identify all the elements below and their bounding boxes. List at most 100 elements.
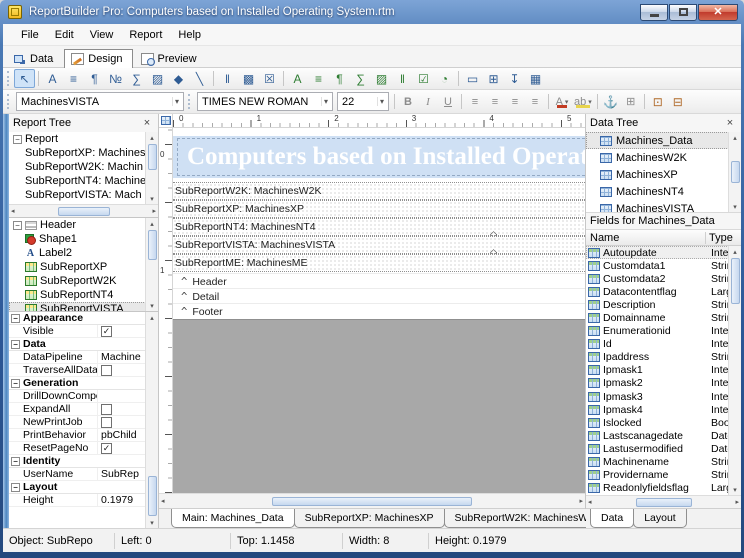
barcode-tool[interactable]: ‖ xyxy=(217,69,238,88)
report-tree-vscrollbar[interactable]: ▴▾ xyxy=(145,132,158,204)
field-row[interactable]: DomainnameStrin xyxy=(586,311,741,324)
tab-design[interactable]: Design xyxy=(64,49,132,68)
anchor-button[interactable]: ⚓ xyxy=(601,92,621,111)
dbtext-tool[interactable]: A xyxy=(287,69,308,88)
field-row[interactable]: LastscanagedateDate xyxy=(586,429,741,442)
chevron-down-icon[interactable]: ▾ xyxy=(377,97,386,106)
highlight-color-button[interactable]: ab▾ xyxy=(572,92,594,111)
scroll-thumb[interactable] xyxy=(148,144,157,170)
object-tree-vscrollbar[interactable]: ▴▾ xyxy=(145,218,158,311)
checkbox[interactable] xyxy=(101,404,112,415)
data-tree-item-machinesvista[interactable]: MachinesVISTA xyxy=(586,200,741,212)
property-row[interactable]: Visible✓ xyxy=(9,325,158,338)
field-row[interactable]: EnumerationidInteg xyxy=(586,325,741,338)
scroll-down-icon[interactable]: ▾ xyxy=(733,201,737,212)
underline-button[interactable]: U xyxy=(438,92,458,111)
property-row[interactable]: Height0.1979 xyxy=(9,494,158,507)
subreport-band[interactable]: SubReportXP: MachinesXP xyxy=(173,200,585,218)
menu-help[interactable]: Help xyxy=(170,26,209,44)
checkbox[interactable] xyxy=(101,417,112,428)
select-tool[interactable]: ↖ xyxy=(14,69,35,88)
object-tree-item-shape1[interactable]: Shape1 xyxy=(9,232,158,246)
image-tool[interactable]: ▨ xyxy=(147,69,168,88)
field-row[interactable]: Ipmask2Integ xyxy=(586,377,741,390)
scroll-down-icon[interactable]: ▾ xyxy=(150,300,154,311)
title-band[interactable]: Computers based on Installed Operating xyxy=(173,136,585,178)
property-row[interactable]: DrillDownCompone xyxy=(9,390,158,403)
menu-file[interactable]: File xyxy=(13,26,47,44)
region-tool[interactable]: ▭ xyxy=(462,69,483,88)
data-tree-vscrollbar[interactable]: ▴▾ xyxy=(728,132,741,212)
field-row[interactable]: IdInteg xyxy=(586,338,741,351)
checkbox-tool[interactable]: ☒ xyxy=(259,69,280,88)
scroll-up-icon[interactable]: ▴ xyxy=(733,246,737,257)
memo-tool[interactable]: ≡ xyxy=(63,69,84,88)
subreport-band[interactable]: SubReportME: MachinesME xyxy=(173,254,585,272)
property-row[interactable]: ExpandAll xyxy=(9,403,158,416)
tab-data[interactable]: Data xyxy=(590,509,634,528)
align-center-button[interactable]: ≡ xyxy=(485,92,505,111)
toolbar-grip[interactable] xyxy=(188,94,193,109)
collapse-icon[interactable]: − xyxy=(11,483,20,492)
properties-vscrollbar[interactable]: ▴▾ xyxy=(145,312,158,528)
dbbarcode-tool[interactable]: ‖ xyxy=(392,69,413,88)
field-row[interactable]: IslockedBool xyxy=(586,416,741,429)
page-tab[interactable]: Main: Machines_Data xyxy=(171,509,295,528)
object-tree-item-subreportnt4[interactable]: SubReportNT4 xyxy=(9,288,158,302)
checkbox[interactable]: ✓ xyxy=(101,443,112,454)
barcode2d-tool[interactable]: ▩ xyxy=(238,69,259,88)
field-row[interactable]: Customdata1Strin xyxy=(586,259,741,272)
field-row[interactable]: DescriptionStrin xyxy=(586,298,741,311)
align-right-button[interactable]: ≡ xyxy=(505,92,525,111)
band-marker-header[interactable]: ^Header xyxy=(173,273,585,288)
align-left-button[interactable]: ≡ xyxy=(465,92,485,111)
field-row[interactable]: ProvidernameStrin xyxy=(586,469,741,482)
design-surface[interactable]: Computers based on Installed Operating S… xyxy=(173,128,585,493)
subreport-band[interactable]: SubReportNT4: MachinesNT4◇ xyxy=(173,218,585,236)
fields-vscrollbar[interactable]: ▴▾ xyxy=(728,246,741,495)
scroll-left-icon[interactable]: ◂ xyxy=(161,497,165,505)
collapse-icon[interactable]: − xyxy=(11,314,20,323)
property-group-appearance[interactable]: −Appearance xyxy=(9,312,158,325)
scroll-right-icon[interactable]: ▸ xyxy=(152,207,156,215)
scroll-right-icon[interactable]: ▸ xyxy=(735,498,739,506)
field-row[interactable]: Customdata2Strin xyxy=(586,272,741,285)
scroll-thumb[interactable] xyxy=(636,498,692,507)
data-tree-item-machinesnt4[interactable]: MachinesNT4 xyxy=(586,183,741,200)
property-group-identity[interactable]: −Identity xyxy=(9,455,158,468)
report-tree-item[interactable]: SubReportNT4: Machine xyxy=(9,174,158,188)
scroll-up-icon[interactable]: ▴ xyxy=(733,132,737,143)
object-tree-item-subreportvista[interactable]: SubReportVISTA xyxy=(9,302,158,311)
report-tree-item[interactable]: SubReportVISTA: Mach xyxy=(9,188,158,202)
font-size-combo[interactable]: 22▾ xyxy=(337,92,389,111)
scroll-left-icon[interactable]: ◂ xyxy=(11,207,15,215)
font-name-combo[interactable]: TIMES NEW ROMAN▾ xyxy=(197,92,333,111)
scroll-thumb[interactable] xyxy=(731,161,740,183)
scroll-thumb[interactable] xyxy=(58,207,110,216)
scroll-up-icon[interactable]: ▴ xyxy=(150,132,154,143)
menu-view[interactable]: View xyxy=(82,26,122,44)
checkbox[interactable] xyxy=(101,365,112,376)
dbcheckbox-tool[interactable]: ☑ xyxy=(413,69,434,88)
data-tree-item-machinesxp[interactable]: MachinesXP xyxy=(586,166,741,183)
column-header-type[interactable]: Type xyxy=(705,232,741,244)
line-tool[interactable]: ╲ xyxy=(189,69,210,88)
title-bar[interactable]: ReportBuilder Pro: Computers based on In… xyxy=(0,0,744,24)
richtext-tool[interactable]: ¶ xyxy=(84,69,105,88)
dbmemo-tool[interactable]: ≡ xyxy=(308,69,329,88)
subreport-band[interactable]: SubReportVISTA: MachinesVISTA◇ xyxy=(173,236,585,254)
data-tree-item-machinesw2k[interactable]: MachinesW2K xyxy=(586,149,741,166)
borders-button[interactable]: ⊞ xyxy=(621,92,641,111)
property-row[interactable]: ResetPageNo✓ xyxy=(9,442,158,455)
object-tree-item-subreportxp[interactable]: SubReportXP xyxy=(9,260,158,274)
align-justify-button[interactable]: ≡ xyxy=(525,92,545,111)
object-tree-root[interactable]: −Header xyxy=(9,218,158,232)
dbchart-tool[interactable]: ◔ xyxy=(434,69,455,88)
report-tree-item[interactable]: SubReportXP: Machines xyxy=(9,146,158,160)
toolbar-grip[interactable] xyxy=(7,71,12,86)
property-group-generation[interactable]: −Generation xyxy=(9,377,158,390)
minimize-button[interactable] xyxy=(640,4,668,21)
field-row[interactable]: DatacontentflagLarg xyxy=(586,285,741,298)
tab-preview[interactable]: Preview xyxy=(134,49,207,68)
italic-button[interactable]: I xyxy=(418,92,438,111)
